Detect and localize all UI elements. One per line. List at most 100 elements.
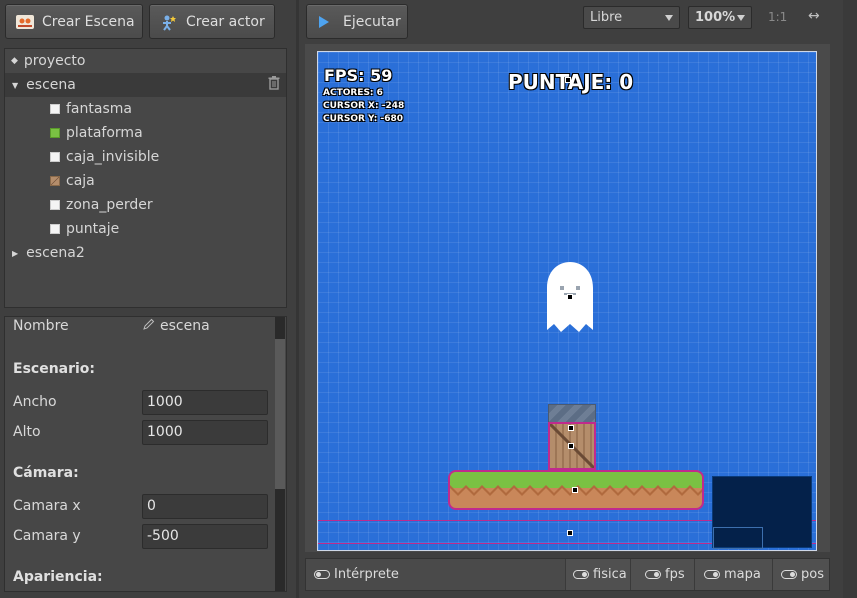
- apariencia-heading: Apariencia:: [13, 569, 103, 585]
- tree-item-label: zona_perder: [66, 197, 153, 213]
- camara-y-input[interactable]: -500: [142, 524, 268, 549]
- ejecutar-button[interactable]: Ejecutar: [306, 4, 408, 39]
- tree-item-label: proyecto: [23, 53, 86, 69]
- alto-label: Alto: [13, 424, 41, 440]
- properties-scrollbar[interactable]: [275, 317, 285, 591]
- tree-item-label: puntaje: [66, 221, 120, 237]
- game-canvas[interactable]: FPS: 59 ACTORES: 6 CURSOR X: -248 CURSOR…: [317, 51, 817, 551]
- tree-item-label: caja: [66, 173, 95, 189]
- actores-counter: ACTORES: 6: [323, 88, 383, 98]
- fps-counter: FPS: 59: [324, 66, 393, 85]
- crear-escena-button[interactable]: Crear Escena: [5, 4, 143, 39]
- tree-item-fantasma[interactable]: fantasma: [5, 97, 286, 121]
- interprete-label: Intérprete: [334, 567, 399, 582]
- ejecutar-label: Ejecutar: [343, 13, 401, 30]
- toggle-icon: [314, 570, 330, 579]
- tree-item-proyecto[interactable]: ◆ proyecto: [5, 49, 286, 73]
- ancho-label: Ancho: [13, 394, 57, 410]
- zona-perder-handle[interactable]: [567, 530, 573, 536]
- actor-swatch-icon: [50, 128, 60, 138]
- trash-icon[interactable]: [268, 76, 280, 94]
- pos-toggle[interactable]: pos: [781, 567, 824, 582]
- crear-actor-label: Crear actor: [186, 13, 265, 30]
- nombre-label: Nombre: [13, 318, 69, 334]
- zoom-value: 100%: [695, 10, 736, 25]
- minimap-viewport[interactable]: [713, 527, 763, 549]
- puntaje-handle[interactable]: [565, 77, 571, 83]
- toggle-icon: [781, 570, 797, 579]
- fisica-toggle-button[interactable]: fisica: [565, 559, 630, 590]
- scene-tree-panel: ◆ proyecto ▼ escena fantasma plataforma …: [4, 48, 287, 308]
- cursor-x-readout: CURSOR X: -248: [323, 101, 405, 111]
- crear-escena-label: Crear Escena: [42, 13, 135, 30]
- cursor-y-readout: CURSOR Y: -680: [323, 114, 404, 124]
- toggle-icon: [573, 570, 589, 579]
- tree-item-label: plataforma: [66, 125, 143, 141]
- tree-item-label: caja_invisible: [66, 149, 160, 165]
- diamond-icon: ◆: [11, 56, 18, 66]
- tree-item-plataforma[interactable]: plataforma: [5, 121, 286, 145]
- crear-actor-button[interactable]: Crear actor: [149, 4, 275, 39]
- mapa-label: mapa: [724, 567, 761, 582]
- tree-item-escena[interactable]: ▼ escena: [5, 73, 286, 97]
- toggle-icon: [704, 570, 720, 579]
- minimap[interactable]: [712, 476, 812, 549]
- caja-invisible-actor[interactable]: [548, 404, 596, 424]
- zoom-select[interactable]: 100%: [688, 6, 752, 29]
- pencil-icon: [143, 318, 155, 334]
- fisica-label: fisica: [593, 567, 627, 582]
- pos-label: pos: [801, 567, 824, 582]
- caret-down-icon[interactable]: ▼: [12, 81, 18, 90]
- tree-item-puntaje[interactable]: puntaje: [5, 217, 286, 241]
- tree-item-zona-perder[interactable]: zona_perder: [5, 193, 286, 217]
- chevron-down-icon: [665, 14, 673, 21]
- nombre-value: escena: [160, 318, 210, 334]
- pos-toggle-button[interactable]: pos: [772, 559, 829, 590]
- caja-handle[interactable]: [568, 443, 574, 449]
- interprete-toggle[interactable]: Intérprete: [314, 567, 399, 582]
- plataforma-handle[interactable]: [572, 487, 578, 493]
- caja-invisible-handle[interactable]: [568, 425, 574, 431]
- bottom-toolbar: Intérprete fisica fps mapa pos: [305, 558, 830, 591]
- caret-right-icon[interactable]: ▶: [12, 249, 18, 258]
- modo-value: Libre: [590, 10, 623, 25]
- zoom-reset-button[interactable]: 1:1: [768, 10, 787, 24]
- tree-item-escena2[interactable]: ▶ escena2: [5, 241, 286, 265]
- scene-icon: [16, 14, 34, 29]
- actor-swatch-icon: [50, 200, 60, 210]
- mapa-toggle-button[interactable]: mapa: [694, 559, 772, 590]
- expand-horizontal-icon[interactable]: ↔: [808, 8, 820, 24]
- panel-divider[interactable]: [296, 0, 299, 598]
- fantasma-handle[interactable]: [567, 294, 573, 300]
- alto-input[interactable]: 1000: [142, 420, 268, 445]
- escenario-heading: Escenario:: [13, 361, 96, 377]
- tree-item-label: escena2: [26, 245, 85, 261]
- actor-swatch-icon: [50, 224, 60, 234]
- tree-item-caja[interactable]: caja: [5, 169, 286, 193]
- actor-swatch-icon: [50, 176, 60, 186]
- fps-toggle[interactable]: fps: [645, 567, 685, 582]
- properties-panel: Nombre escena Escenario: Ancho 1000 Alto…: [4, 316, 287, 592]
- tree-item-label: escena: [26, 77, 76, 93]
- fps-label: fps: [665, 567, 685, 582]
- nombre-field[interactable]: escena: [143, 318, 210, 334]
- right-edge-panel: [843, 0, 857, 598]
- camara-x-label: Camara x: [13, 498, 81, 514]
- fps-toggle-button[interactable]: fps: [630, 559, 694, 590]
- play-icon: [317, 15, 335, 29]
- actor-icon: [160, 15, 178, 31]
- tree-item-label: fantasma: [66, 101, 132, 117]
- camara-heading: Cámara:: [13, 465, 79, 481]
- actor-swatch-icon: [50, 104, 60, 114]
- tree-item-caja-invisible[interactable]: caja_invisible: [5, 145, 286, 169]
- chevron-down-icon: [737, 14, 745, 21]
- modo-select[interactable]: Libre: [583, 6, 680, 29]
- mapa-toggle[interactable]: mapa: [704, 567, 761, 582]
- toggle-icon: [645, 570, 661, 579]
- camara-x-input[interactable]: 0: [142, 494, 268, 519]
- fisica-toggle[interactable]: fisica: [573, 567, 627, 582]
- ancho-input[interactable]: 1000: [142, 390, 268, 415]
- scrollbar-thumb[interactable]: [275, 339, 285, 489]
- actor-swatch-icon: [50, 152, 60, 162]
- camara-y-label: Camara y: [13, 528, 81, 544]
